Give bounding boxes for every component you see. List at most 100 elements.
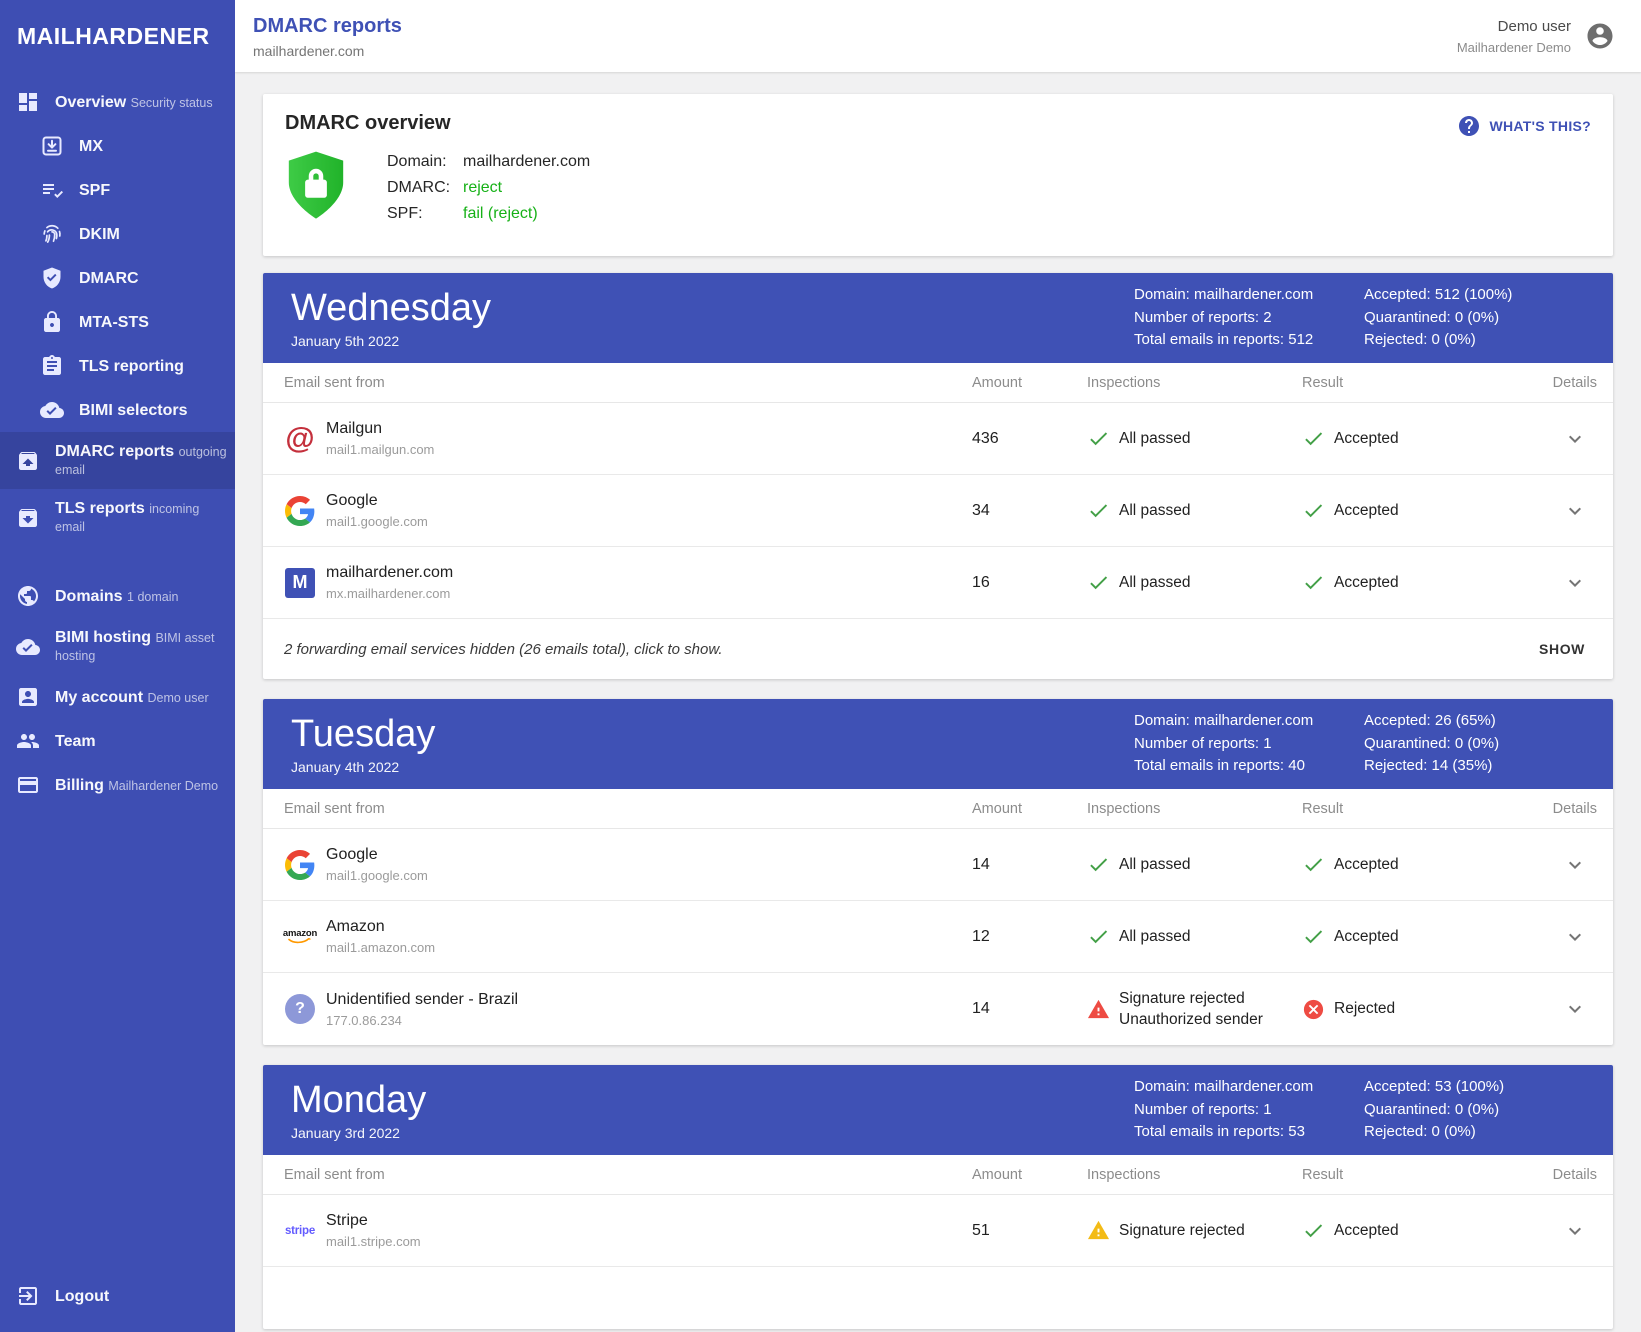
sidebar-item-my-account[interactable]: My account Demo user — [0, 675, 235, 719]
dashboard-icon — [16, 90, 40, 114]
sidebar-item-team[interactable]: Team — [0, 719, 235, 763]
amount-value: 51 — [972, 1222, 1087, 1240]
account-box-icon — [16, 685, 40, 709]
day-date: January 4th 2022 — [291, 759, 435, 775]
sidebar-item-tls-reports[interactable]: TLS reports incoming email — [0, 489, 235, 546]
inspection-text: Signature rejected — [1119, 1220, 1245, 1241]
user-org: Mailhardener Demo — [1457, 40, 1571, 55]
sender-domain: mail1.stripe.com — [326, 1234, 421, 1249]
logout-button[interactable]: Logout — [0, 1274, 235, 1318]
chevron-down-icon[interactable] — [1563, 853, 1587, 877]
sidebar-item-bimi-hosting[interactable]: BIMI hosting BIMI asset hosting — [0, 618, 235, 675]
inspection-text: Signature rejected — [1119, 988, 1263, 1009]
stat-rejected: Rejected: 0 (0%) — [1364, 1121, 1589, 1144]
stat-reports: Number of reports: 1 — [1134, 733, 1364, 756]
day-date: January 3rd 2022 — [291, 1125, 426, 1141]
show-button[interactable]: SHOW — [1531, 633, 1593, 665]
sender-name: mailhardener.com — [326, 564, 453, 582]
check-icon — [1087, 427, 1110, 450]
col-result: Result — [1302, 375, 1537, 391]
result-text: Accepted — [1334, 430, 1399, 448]
help-icon — [1457, 114, 1481, 138]
sidebar-item-domains[interactable]: Domains 1 domain — [0, 574, 235, 618]
sender-domain: mail1.google.com — [326, 514, 428, 529]
stat-accepted: Accepted: 26 (65%) — [1364, 710, 1589, 733]
sidebar-item-label: TLS reporting — [79, 358, 184, 375]
sidebar-item-label: DMARC reports — [55, 443, 174, 460]
check-icon — [1087, 499, 1110, 522]
chevron-down-icon[interactable] — [1563, 571, 1587, 595]
sidebar-item-sublabel: Mailhardener Demo — [108, 779, 218, 793]
stat-rejected: Rejected: 0 (0%) — [1364, 329, 1589, 352]
avatar-icon[interactable] — [1585, 21, 1615, 51]
sender-domain: mx.mailhardener.com — [326, 586, 453, 601]
dmarc-policy-value: reject — [463, 175, 502, 201]
sidebar-item-tls-reporting[interactable]: TLS reporting — [0, 344, 235, 388]
table-row-amazon: amazon Amazonmail1.amazon.com 12 All pas… — [263, 901, 1613, 973]
domain-label: Domain: — [387, 149, 463, 175]
result-text: Accepted — [1334, 574, 1399, 592]
sidebar-item-mx[interactable]: MX — [0, 124, 235, 168]
sender-name: Stripe — [326, 1212, 421, 1230]
sidebar-item-label: TLS reports — [55, 500, 145, 517]
amount-value: 34 — [972, 502, 1087, 520]
chevron-down-icon[interactable] — [1563, 499, 1587, 523]
sidebar-item-label: DMARC — [79, 270, 139, 287]
chevron-down-icon[interactable] — [1563, 1219, 1587, 1243]
table-row-google: Googlemail1.google.com 14 All passed Acc… — [263, 829, 1613, 901]
chevron-down-icon[interactable] — [1563, 427, 1587, 451]
col-amount: Amount — [972, 375, 1087, 391]
chevron-down-icon[interactable] — [1563, 997, 1587, 1021]
check-icon — [1302, 499, 1325, 522]
dmarc-overview-card: DMARC overview WHAT'S THIS? Domain:mailh… — [263, 94, 1613, 256]
table-row-google: Googlemail1.google.com 34 All passed Acc… — [263, 475, 1613, 547]
sidebar-item-mta-sts[interactable]: MTA-STS — [0, 300, 235, 344]
sidebar-item-label: SPF — [79, 182, 110, 199]
page-subtitle: mailhardener.com — [253, 43, 402, 59]
sidebar-item-dmarc[interactable]: DMARC — [0, 256, 235, 300]
sidebar-item-overview[interactable]: Overview Security status — [0, 80, 235, 124]
app-logo: MAILHARDENER — [0, 0, 235, 72]
top-bar: DMARC reports mailhardener.com Demo user… — [235, 0, 1641, 72]
sidebar-item-label: Overview — [55, 94, 126, 111]
partial-row — [263, 1267, 1613, 1329]
nav-divider-gap — [0, 546, 235, 574]
sidebar-item-bimi-selectors[interactable]: BIMI selectors — [0, 388, 235, 432]
day-date: January 5th 2022 — [291, 333, 491, 349]
clipboard-icon — [40, 354, 64, 378]
col-result: Result — [1302, 1167, 1537, 1183]
sidebar-item-billing[interactable]: Billing Mailhardener Demo — [0, 763, 235, 807]
sidebar-item-label: BIMI selectors — [79, 402, 187, 419]
amazon-icon: amazon — [284, 928, 316, 945]
col-sender: Email sent from — [284, 375, 972, 391]
people-icon — [16, 729, 40, 753]
col-sender: Email sent from — [284, 801, 972, 817]
col-inspections: Inspections — [1087, 801, 1302, 817]
stat-reports: Number of reports: 2 — [1134, 307, 1364, 330]
sidebar-item-dmarc-reports[interactable]: DMARC reports outgoing email — [0, 432, 235, 489]
logout-label: Logout — [55, 1288, 109, 1305]
day-header: Wednesday January 5th 2022 Domain: mailh… — [263, 273, 1613, 363]
table-header: Email sent from Amount Inspections Resul… — [263, 363, 1613, 403]
chevron-down-icon[interactable] — [1563, 925, 1587, 949]
stripe-icon: stripe — [284, 1225, 316, 1237]
sidebar-item-label: Billing — [55, 777, 104, 794]
day-header: Monday January 3rd 2022 Domain: mailhard… — [263, 1065, 1613, 1155]
content-scroll[interactable]: DMARC overview WHAT'S THIS? Domain:mailh… — [235, 72, 1641, 1332]
check-icon — [1087, 571, 1110, 594]
list-check-icon — [40, 178, 64, 202]
table-header: Email sent from Amount Inspections Resul… — [263, 789, 1613, 829]
col-inspections: Inspections — [1087, 375, 1302, 391]
mailhardener-icon: M — [284, 568, 316, 598]
amount-value: 12 — [972, 928, 1087, 946]
cloud-check-icon — [40, 398, 64, 422]
rejected-icon — [1302, 998, 1325, 1021]
hidden-services-row[interactable]: 2 forwarding email services hidden (26 e… — [263, 619, 1613, 679]
sidebar-item-spf[interactable]: SPF — [0, 168, 235, 212]
table-row-mailhardener: M mailhardener.commx.mailhardener.com 16… — [263, 547, 1613, 619]
domain-value: mailhardener.com — [463, 149, 590, 175]
whats-this-link[interactable]: WHAT'S THIS? — [1457, 114, 1591, 138]
table-row-stripe: stripe Stripe mail1.stripe.com 51 Signatu… — [263, 1195, 1613, 1267]
result-text: Accepted — [1334, 502, 1399, 520]
sidebar-item-dkim[interactable]: DKIM — [0, 212, 235, 256]
